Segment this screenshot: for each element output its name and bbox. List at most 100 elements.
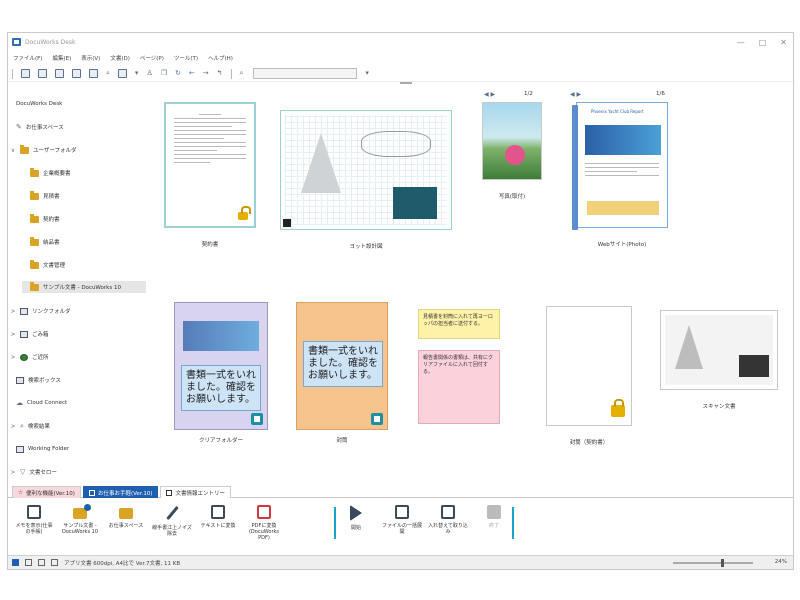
document-thumb-sealed-envelope[interactable] (546, 306, 632, 426)
action-noise-removal[interactable]: 線手書江上ノイズ除去 (152, 505, 192, 537)
sticky-note-yellow[interactable]: 見積書を封筒に入れて再ヨーロッパの担当者に送付する。 (418, 309, 500, 339)
menu-file[interactable]: ファイル(F) (13, 54, 42, 62)
action-convert-text[interactable]: テキストに変換 (198, 505, 238, 529)
action-replace-import[interactable]: 入れ替えて取り込み (428, 505, 468, 535)
view-preview-icon[interactable] (51, 559, 58, 566)
document-thumb-scanned[interactable] (660, 310, 778, 390)
document-thumb-photo[interactable] (482, 102, 542, 180)
tab-document-info-entry[interactable]: 文書情報エントリー (160, 486, 231, 498)
tab-useful-features[interactable]: ☆ 便利な機能(Ver.10) (12, 486, 81, 498)
new-document-icon[interactable] (55, 69, 64, 78)
scan-icon[interactable] (72, 69, 81, 78)
tree-label: リンクフォルダ (32, 309, 71, 315)
page-prev-next-icon[interactable]: ◀ ▶ (484, 90, 495, 99)
action-sample-documents[interactable]: サンプル文書 - DocuWorks 10 (60, 504, 100, 535)
dropdown-icon[interactable]: ▾ (135, 69, 139, 78)
page-indicator: 1/2 (524, 91, 533, 97)
tree-item-cloud-connect[interactable]: ☁ Cloud Connect (16, 397, 67, 409)
up-folder-icon[interactable]: ↰ (217, 69, 223, 78)
chevron-right-icon[interactable]: > (10, 308, 16, 315)
neighborhood-icon (20, 353, 28, 361)
tab-work-easy[interactable]: お仕事お手軽(Ver.10) (82, 486, 159, 498)
pen-icon (165, 505, 179, 521)
tree-item-link-folder[interactable]: > リンクフォルダ (10, 305, 71, 317)
magnifier-icon[interactable]: ⌕ (106, 69, 110, 78)
action-bulk-expand[interactable]: ファイルの一括展開 (382, 505, 422, 535)
tree-item-estimate[interactable]: 見積書 (30, 190, 60, 202)
document-thumb-clear-folder[interactable]: 書類一式をいれました。確認をお願いします。 (174, 302, 268, 430)
app-icon (12, 38, 21, 46)
tree-item-filter[interactable]: > ▽ 文書セロー (10, 466, 56, 478)
menu-document[interactable]: 文書(D) (110, 54, 130, 62)
menu-page[interactable]: ページ(P) (140, 54, 164, 62)
zoom-slider[interactable] (673, 559, 753, 567)
sticky-note[interactable]: 書類一式をいれました。確認をお願いします。 (181, 365, 261, 411)
forward-arrow-icon[interactable]: → (203, 69, 209, 78)
search-input[interactable] (253, 68, 358, 79)
menu-tools[interactable]: ツール(T) (174, 54, 198, 62)
view-list-icon[interactable] (25, 559, 32, 566)
tree-item-user-folder[interactable]: ∨ ユーザーフォルダ (10, 144, 77, 156)
back-arrow-icon[interactable]: ← (189, 69, 195, 78)
chevron-right-icon[interactable]: > (10, 469, 16, 476)
menu-edit[interactable]: 編集(E) (52, 54, 71, 62)
tree-item-trash[interactable]: > ごみ箱 (10, 328, 49, 340)
document-thumb-website[interactable]: Phoenix Yacht Club Report (572, 102, 668, 230)
new-folder-icon[interactable] (38, 69, 47, 78)
view-thumbnail-icon[interactable] (12, 559, 19, 566)
menu-help[interactable]: ヘルプ(H) (208, 54, 233, 62)
document-thumb-envelope[interactable]: 書類一式をいれました。確認をお願いします。 (296, 302, 388, 430)
chevron-right-icon[interactable]: > (10, 354, 16, 361)
sticky-note-pink[interactable]: 報告書関係の書類は、共有にクリアファイルに入れて回付する。 (418, 350, 500, 424)
action-start[interactable]: 開始 (336, 505, 376, 531)
tree-item-company-profile[interactable]: 企業概要書 (30, 167, 71, 179)
action-label: 開始 (350, 525, 361, 531)
calendar-icon[interactable] (89, 69, 98, 78)
chevron-right-icon[interactable]: > (10, 423, 16, 430)
search-icon[interactable]: ⌕ (240, 69, 244, 78)
pane-splitter[interactable] (400, 82, 412, 84)
action-end[interactable]: 終了 (474, 505, 514, 529)
bind-icon[interactable] (117, 69, 127, 78)
view-detail-icon[interactable] (38, 559, 45, 566)
tree-item-sample-documents[interactable]: サンプル文書 - DocuWorks 10 (22, 281, 146, 293)
action-label: サンプル文書 - DocuWorks 10 (61, 523, 99, 535)
signature-stamp-icon (238, 206, 251, 220)
tree-item-search-results[interactable]: > ⌕ 検索結果 (10, 420, 49, 432)
cloud-icon: ☁ (16, 398, 23, 407)
star-icon: ☆ (18, 489, 23, 496)
action-convert-pdf[interactable]: PDFに変換(DocuWorks PDF) (244, 505, 284, 541)
search-dropdown-icon[interactable]: ▾ (365, 69, 369, 78)
tab-label: 文書情報エントリー (175, 490, 225, 497)
tree-item-delivery[interactable]: 納品書 (30, 236, 60, 248)
folder-inner-banner (183, 321, 259, 351)
zoom-slider-thumb[interactable] (720, 559, 724, 567)
action-show-memo[interactable]: メモを表示(仕事の手帳) (14, 505, 54, 535)
chevron-right-icon[interactable]: > (10, 331, 16, 338)
maximize-button[interactable]: □ (759, 38, 767, 47)
tree-item-contract[interactable]: 契約書 (30, 213, 60, 225)
tree-item-search-box[interactable]: 検索ボックス (16, 374, 61, 386)
memo-icon (27, 505, 41, 519)
search-icon: ⌕ (20, 421, 24, 430)
rotate-icon[interactable]: ↻ (175, 69, 181, 78)
user-icon[interactable]: ♙ (146, 69, 152, 78)
tree-item-neighborhood[interactable]: > ご近所 (10, 351, 49, 363)
close-button[interactable]: ✕ (780, 38, 787, 47)
chevron-down-icon[interactable]: ∨ (10, 147, 16, 154)
tree-item-workspace[interactable]: ✎ お仕事スペース (16, 121, 64, 133)
tree-item-document-management[interactable]: 文書管理 (30, 259, 65, 271)
view-toggle-icon[interactable] (21, 69, 30, 78)
tree-label: 検索ボックス (28, 378, 61, 384)
copy-icon[interactable]: ❐ (161, 69, 167, 78)
tree-item-desk[interactable]: DocuWorks Desk (16, 98, 62, 110)
tree-item-working-folder[interactable]: Working Folder (16, 443, 69, 455)
menu-view[interactable]: 表示(V) (81, 54, 100, 62)
document-thumb-contract[interactable] (164, 102, 256, 228)
page-prev-next-icon[interactable]: ◀ ▶ (570, 90, 581, 99)
sticky-note[interactable]: 書類一式をいれました。確認をお願いします。 (303, 341, 383, 387)
document-area: 契約書 ヨット設計図 ◀ ▶ 1/2 写真(取付) ◀ ▶ 1/6 Phoeni… (148, 88, 793, 483)
action-workspace[interactable]: お仕事スペース (106, 505, 146, 529)
minimize-button[interactable]: — (737, 38, 745, 47)
document-thumb-yacht-drawing[interactable] (280, 110, 452, 230)
